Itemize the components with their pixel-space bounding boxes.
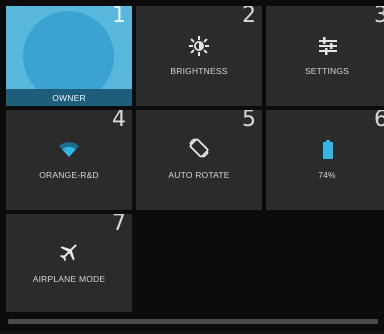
tile-number: 2 [242, 6, 256, 28]
tile-owner[interactable]: 1 OWNER [6, 6, 132, 106]
tile-airplane-mode[interactable]: 7 AIRPLANE MODE [6, 214, 132, 312]
wifi-icon [59, 142, 79, 157]
tile-label-airplane-mode: AIRPLANE MODE [32, 274, 106, 284]
auto-rotate-icon [189, 138, 209, 158]
tile-label-wifi: ORANGE-R&D [39, 170, 99, 180]
airplane-icon [59, 244, 77, 262]
battery-icon [323, 140, 333, 159]
settings-sliders-icon [319, 37, 337, 55]
tile-label-battery: 74% [318, 170, 336, 180]
tile-brightness[interactable]: 2 BRIGHTNESS [136, 6, 262, 106]
bottom-edge [0, 330, 384, 334]
tile-label-owner: OWNER [52, 93, 86, 103]
tile-battery[interactable]: 6 74% [266, 110, 384, 210]
tile-auto-rotate[interactable]: 5 AUTO ROTATE [136, 110, 262, 210]
tile-label-brightness: BRIGHTNESS [170, 66, 228, 76]
tile-number: 3 [374, 6, 384, 28]
tile-number: 6 [374, 110, 384, 132]
tile-label-auto-rotate: AUTO ROTATE [168, 170, 230, 180]
tile-number: 4 [112, 110, 126, 132]
quick-settings-panel: 1 OWNER 2 BRIGHTNESS 3 SETTINGS 4 ORANGE… [0, 0, 384, 334]
tile-number: 5 [242, 110, 256, 132]
tile-number: 1 [112, 6, 126, 28]
panel-scrollbar[interactable] [8, 319, 378, 324]
tile-number: 7 [112, 214, 126, 236]
tile-wifi[interactable]: 4 ORANGE-R&D [6, 110, 132, 210]
tile-label-settings: SETTINGS [304, 66, 350, 76]
tile-settings[interactable]: 3 SETTINGS [266, 6, 384, 106]
brightness-icon [189, 36, 209, 56]
